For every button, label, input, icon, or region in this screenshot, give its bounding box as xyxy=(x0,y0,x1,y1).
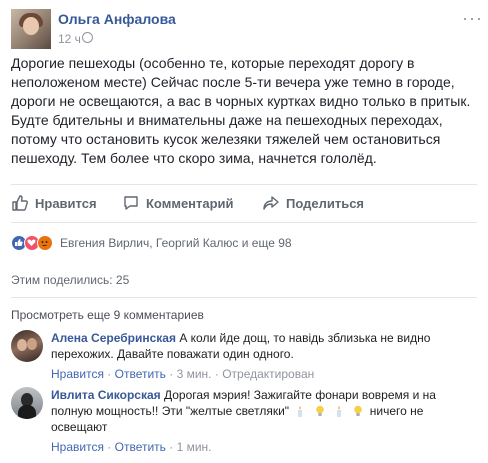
lightbulb-icon xyxy=(315,405,324,416)
author-name[interactable]: Ольга Анфалова xyxy=(58,11,176,27)
comment-like-link[interactable]: Нравится xyxy=(51,367,104,381)
share-label: Поделиться xyxy=(286,195,365,211)
globe-icon xyxy=(82,32,93,43)
thumbs-up-icon xyxy=(12,195,28,211)
comment-reply-link[interactable]: Ответить xyxy=(115,367,166,381)
post-actions: Нравится Комментарий Поделиться xyxy=(0,188,488,216)
view-more-comments-link[interactable]: Просмотреть еще 9 комментариев xyxy=(11,308,204,322)
comment-button[interactable]: Комментарий xyxy=(122,194,234,212)
comment-edited[interactable]: Отредактирован xyxy=(222,367,314,381)
angry-icon xyxy=(37,235,53,251)
comment-icon xyxy=(124,196,138,210)
reaction-names[interactable]: Евгения Вирлич, Георгий Калюс и еще 98 xyxy=(60,236,292,250)
comment-like-link[interactable]: Нравится xyxy=(51,440,104,454)
comment-meta: Нравится · Ответить · 1 мин. xyxy=(51,440,212,454)
commenter-avatar[interactable] xyxy=(11,330,43,362)
commenter-name[interactable]: Алена Серебринская xyxy=(51,331,176,345)
author-avatar[interactable] xyxy=(11,9,51,49)
comment-time[interactable]: 3 мин. xyxy=(177,367,212,381)
comment-reply-link[interactable]: Ответить xyxy=(115,440,166,454)
candle-icon xyxy=(337,406,342,417)
post-timestamp[interactable]: 12 ч xyxy=(58,32,81,46)
like-label: Нравится xyxy=(35,195,97,211)
shares-count[interactable]: Этим поделились: 25 xyxy=(11,273,129,287)
comment-time[interactable]: 1 мин. xyxy=(177,440,212,454)
commenter-avatar[interactable] xyxy=(11,387,43,419)
lightbulb-icon xyxy=(354,405,363,416)
divider xyxy=(11,222,477,223)
share-button[interactable]: Поделиться xyxy=(262,194,364,212)
reactions-summary[interactable]: Евгения Вирлич, Георгий Калюс и еще 98 xyxy=(11,234,292,252)
divider xyxy=(11,184,477,185)
comment-meta: Нравится · Ответить · 3 мин. · Отредакти… xyxy=(51,367,315,381)
commenter-name[interactable]: Ивлита Сикорская xyxy=(51,388,161,402)
comment-label: Комментарий xyxy=(146,195,234,211)
divider xyxy=(11,297,477,298)
share-icon xyxy=(263,196,279,210)
candle-icon xyxy=(298,406,303,417)
post-text: Дорогие пешеходы (особенно те, которые п… xyxy=(11,55,471,166)
more-options-icon[interactable]: ··· xyxy=(462,9,483,27)
post-header: Ольга Анфалова 12 ч ··· xyxy=(0,0,488,50)
like-button[interactable]: Нравится xyxy=(11,194,97,212)
